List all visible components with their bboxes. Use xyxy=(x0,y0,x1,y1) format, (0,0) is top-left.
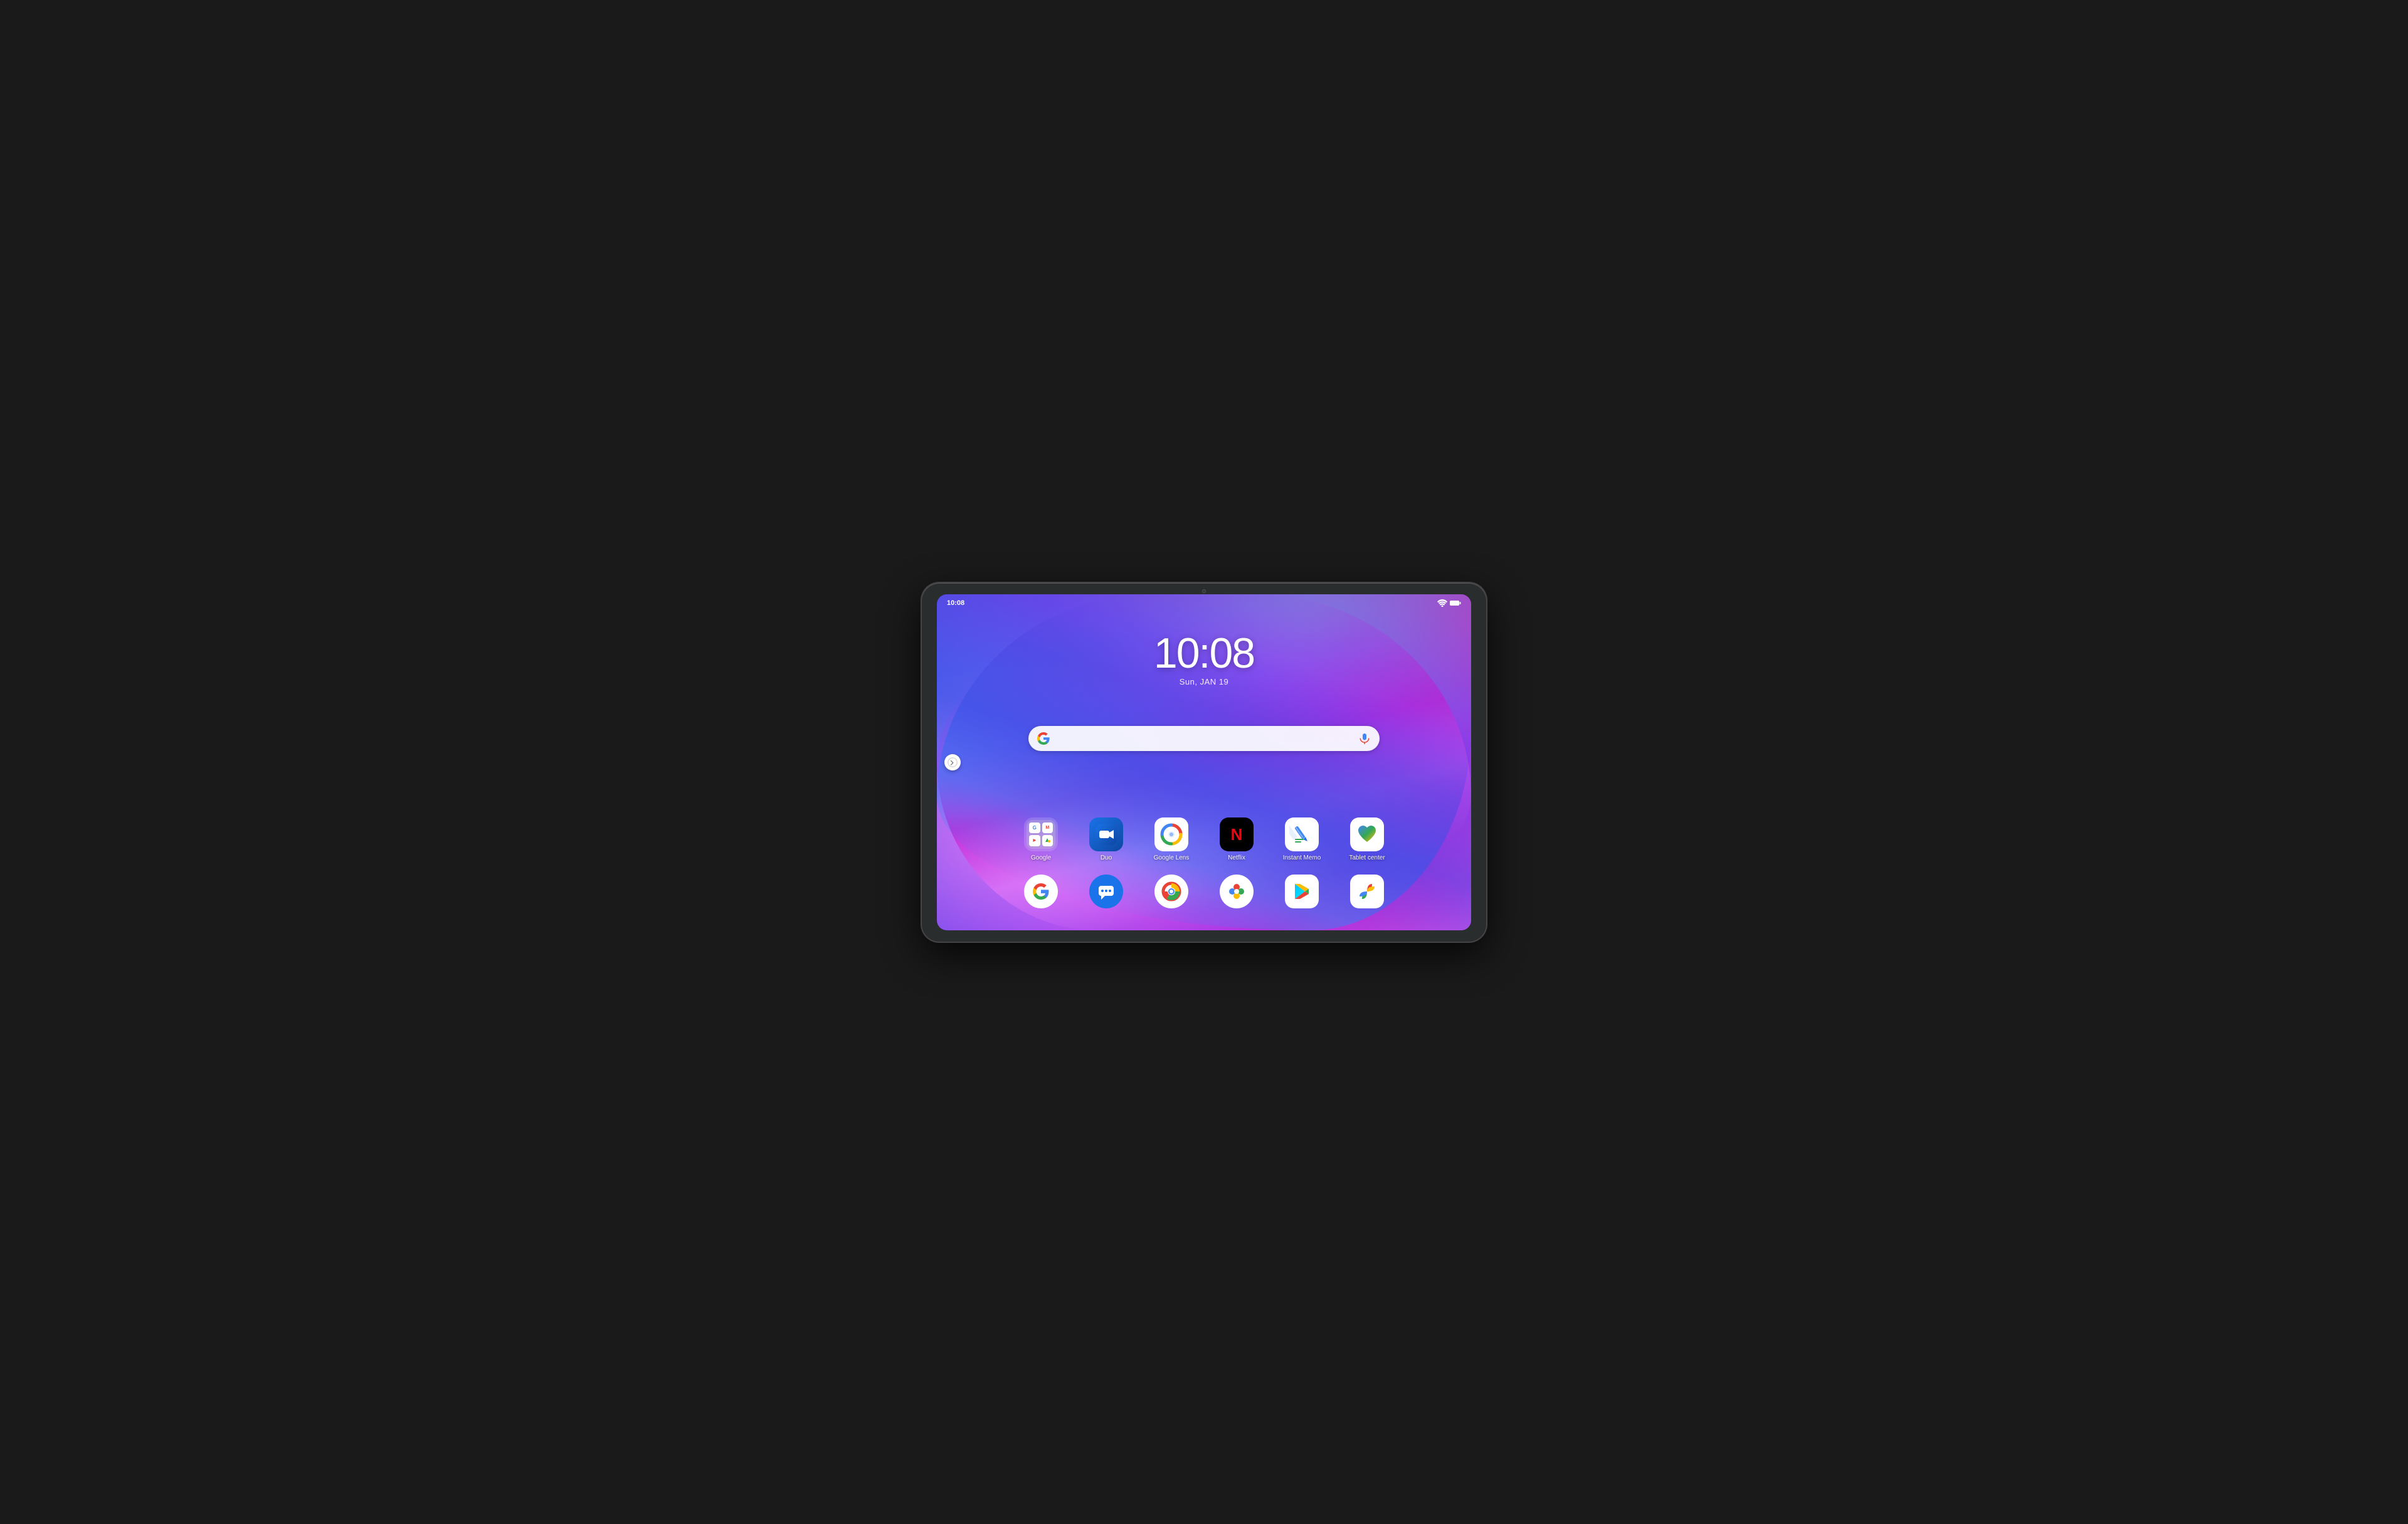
messages-icon xyxy=(1089,875,1123,908)
google-folder-icon: G M ▶ xyxy=(1024,817,1058,851)
google-logo xyxy=(1037,732,1050,745)
battery-icon xyxy=(1450,600,1461,606)
svg-text:N: N xyxy=(1231,825,1243,844)
app-label-instant-memo: Instant Memo xyxy=(1283,854,1321,861)
tablet-device: 10:08 xyxy=(922,583,1486,942)
instant-memo-icon xyxy=(1285,817,1319,851)
duo-icon xyxy=(1089,817,1123,851)
google-assistant-icon xyxy=(1220,875,1254,908)
app-row-2 xyxy=(937,875,1471,912)
chrome-icon xyxy=(1154,875,1188,908)
app-item-play-store[interactable] xyxy=(1282,875,1322,912)
netflix-icon: N xyxy=(1220,817,1254,851)
wifi-icon xyxy=(1437,599,1447,607)
app-item-google-folder[interactable]: G M ▶ Google xyxy=(1021,817,1061,861)
clock-date: Sun, JAN 19 xyxy=(1154,677,1254,686)
app-label-google: Google xyxy=(1031,854,1051,861)
app-item-google-lens[interactable]: Google Lens xyxy=(1151,817,1191,861)
app-label-netflix: Netflix xyxy=(1228,854,1245,861)
side-google-icon[interactable] xyxy=(944,754,961,770)
google-lens-icon xyxy=(1154,817,1188,851)
app-label-duo: Duo xyxy=(1101,854,1112,861)
play-store-icon xyxy=(1285,875,1319,908)
status-icons xyxy=(1437,599,1461,607)
app-item-instant-memo[interactable]: Instant Memo xyxy=(1282,817,1322,861)
app-label-google-lens: Google Lens xyxy=(1154,854,1190,861)
app-item-google-assistant[interactable] xyxy=(1217,875,1257,912)
app-label-tablet-center: Tablet center xyxy=(1349,854,1385,861)
clock-section: 10:08 Sun, JAN 19 xyxy=(1154,632,1254,686)
app-item-tablet-center[interactable]: Tablet center xyxy=(1347,817,1387,861)
app-item-chrome[interactable] xyxy=(1151,875,1191,912)
app-item-google-photos[interactable] xyxy=(1347,875,1387,912)
tablet-screen: 10:08 xyxy=(937,594,1471,930)
app-item-duo[interactable]: Duo xyxy=(1086,817,1126,861)
status-time: 10:08 xyxy=(947,599,964,607)
search-bar[interactable] xyxy=(1028,726,1380,751)
mic-icon xyxy=(1358,732,1371,745)
tablet-center-icon xyxy=(1350,817,1384,851)
app-item-netflix[interactable]: N Netflix xyxy=(1217,817,1257,861)
clock-time: 10:08 xyxy=(1154,632,1254,675)
status-bar: 10:08 xyxy=(937,594,1471,612)
google-g-icon xyxy=(1024,875,1058,908)
app-row-1: G M ▶ Google xyxy=(937,817,1471,861)
app-item-messages[interactable] xyxy=(1086,875,1126,912)
front-camera xyxy=(1202,589,1206,593)
app-item-google-g[interactable] xyxy=(1021,875,1061,912)
google-photos-icon xyxy=(1350,875,1384,908)
